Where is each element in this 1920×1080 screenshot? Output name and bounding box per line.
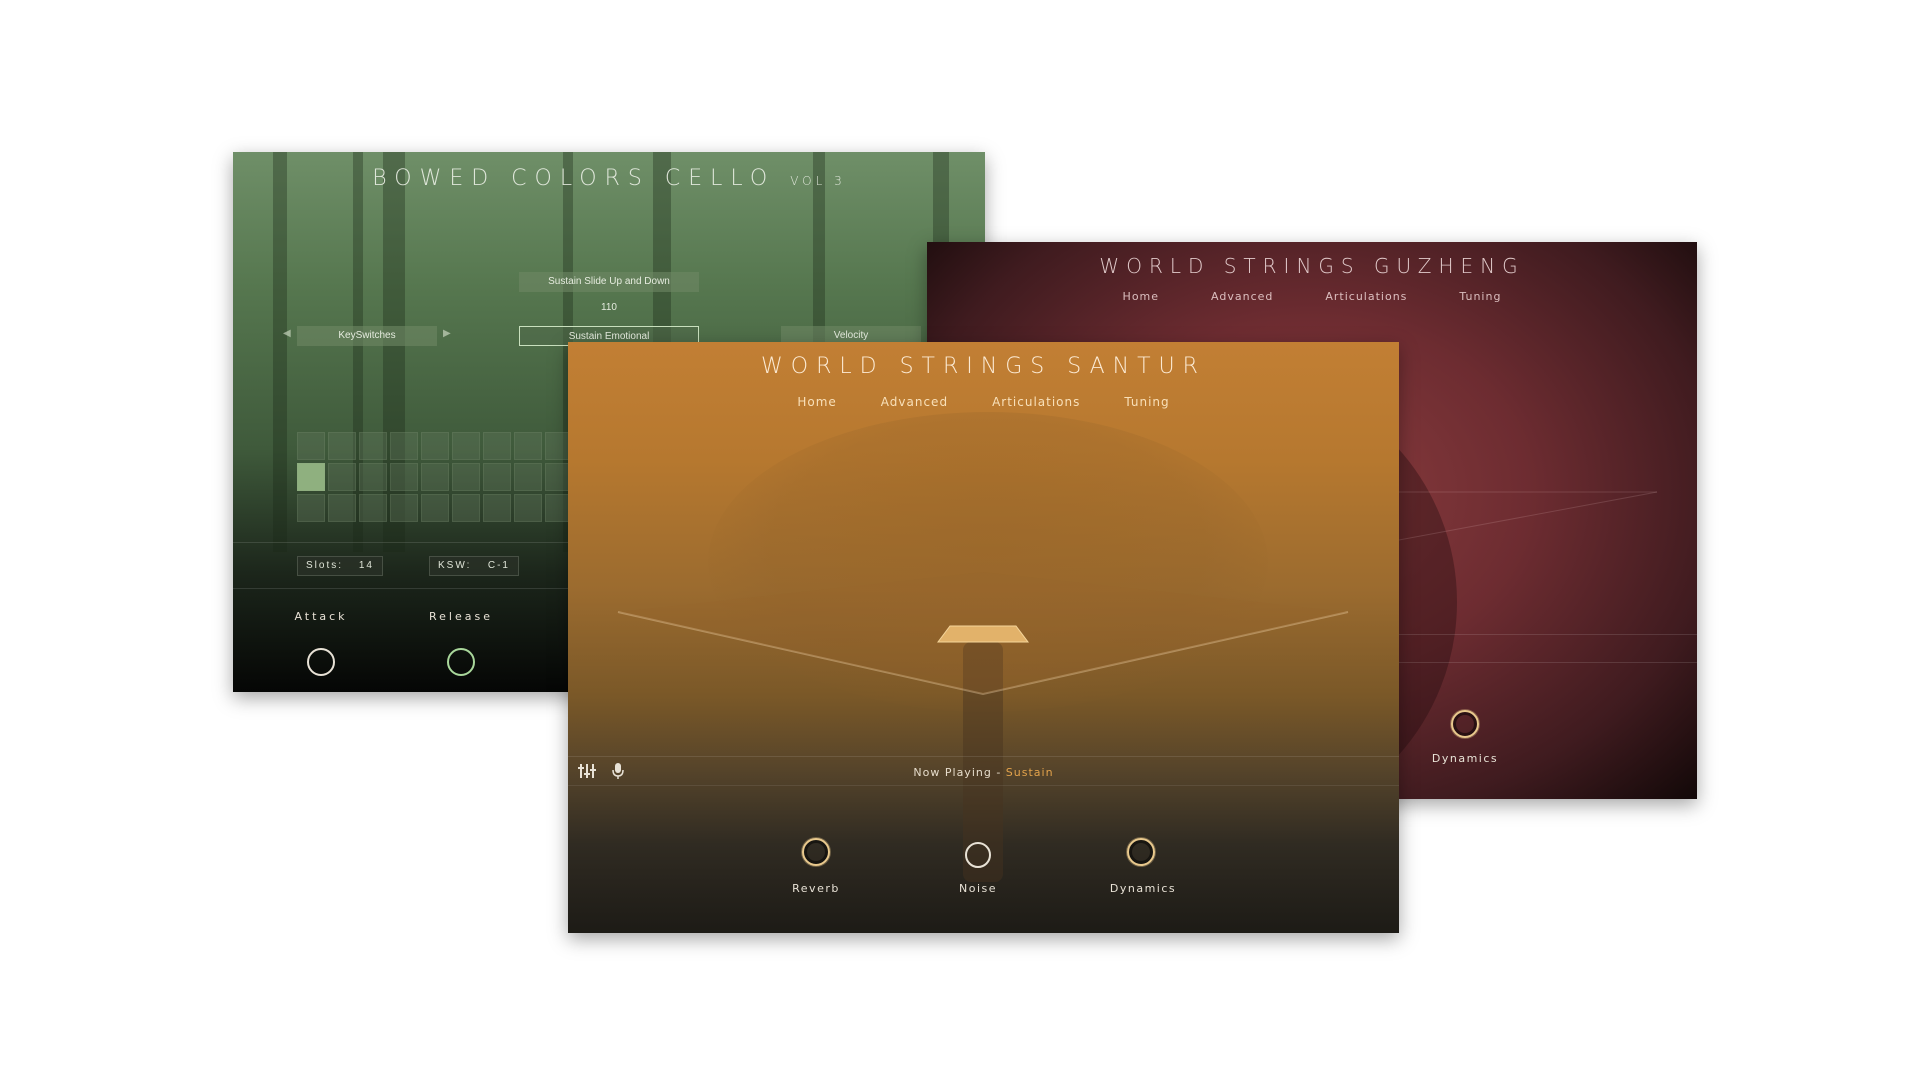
chevron-left-icon[interactable]: ◀ [283,328,291,339]
grid-cell[interactable] [297,432,325,460]
slots-value: 14 [358,560,374,571]
grid-cell[interactable] [452,463,480,491]
grid-cell[interactable] [514,432,542,460]
articulation-value: 110 [601,302,617,313]
grid-cell[interactable] [390,463,418,491]
articulation-slot-top[interactable]: Sustain Slide Up and Down [519,272,699,292]
articulation-label: Sustain Slide Up and Down [548,276,670,287]
reverb-knob[interactable] [802,838,830,866]
ksw-label: KSW: [438,560,472,571]
grid-cell[interactable] [359,463,387,491]
dynamics-knob[interactable] [1451,710,1479,738]
grid-cell[interactable] [421,494,449,522]
slots-field[interactable]: Slots: 14 [297,556,383,576]
reverb-label: Reverb [792,882,840,895]
ksw-field[interactable]: KSW: C-1 [429,556,519,576]
grid-cell[interactable] [390,432,418,460]
now-playing-label: Now Playing - [913,766,1002,779]
attack-label: Attack [294,610,348,623]
now-playing-text: Now Playing - Sustain [568,766,1399,779]
page-title: BOWED COLORS CELLO VOL 3 [233,166,985,191]
grid-cell[interactable] [452,432,480,460]
tab-advanced[interactable]: Advanced [1211,290,1273,303]
keyswitches-selector[interactable]: KeySwitches [297,326,437,346]
grid-cell[interactable] [297,494,325,522]
title-text: BOWED COLORS CELLO [372,166,776,191]
grid-cell[interactable] [390,494,418,522]
tab-articulations[interactable]: Articulations [1325,290,1407,303]
tab-home[interactable]: Home [1123,290,1159,303]
release-label: Release [429,610,493,623]
now-playing-bar: Now Playing - Sustain [568,756,1399,786]
grid-cell[interactable] [514,463,542,491]
santur-instrument-image [937,625,1029,643]
grid-cell[interactable] [359,432,387,460]
grid-cell[interactable] [328,432,356,460]
grid-cell[interactable] [483,432,511,460]
title-volume: VOL 3 [790,174,846,188]
grid-cell[interactable] [452,494,480,522]
dynamics-knob[interactable] [1127,838,1155,866]
bamboo-background [273,152,287,552]
chevron-right-icon[interactable]: ▶ [443,328,451,339]
world-strings-santur-window: WORLD STRINGS SANTUR Home Advanced Artic… [568,342,1399,933]
articulation-selected-label: Sustain Emotional [568,331,650,342]
grid-cell-active[interactable] [297,463,325,491]
grid-cell[interactable] [328,463,356,491]
page-title: WORLD STRINGS GUZHENG [1099,254,1525,278]
grid-cell[interactable] [483,463,511,491]
grid-cell[interactable] [421,432,449,460]
guzheng-nav: Home Advanced Articulations Tuning [927,290,1697,303]
dynamics-label: Dynamics [1431,752,1499,765]
noise-knob[interactable] [965,842,991,868]
attack-knob[interactable] [307,648,335,676]
velocity-label: Velocity [833,330,869,341]
noise-label: Noise [958,882,997,895]
grid-cell[interactable] [514,494,542,522]
now-playing-value: Sustain [1005,766,1054,779]
keyswitches-label: KeySwitches [338,330,396,341]
ksw-value: C-1 [487,560,510,571]
grid-cell[interactable] [359,494,387,522]
grid-cell[interactable] [421,463,449,491]
tab-tuning[interactable]: Tuning [1459,290,1501,303]
release-knob[interactable] [447,648,475,676]
grid-cell[interactable] [483,494,511,522]
grid-cell[interactable] [328,494,356,522]
keyswitch-grid [297,432,573,522]
slots-label: Slots: [306,560,344,571]
dynamics-label: Dynamics [1109,882,1177,895]
